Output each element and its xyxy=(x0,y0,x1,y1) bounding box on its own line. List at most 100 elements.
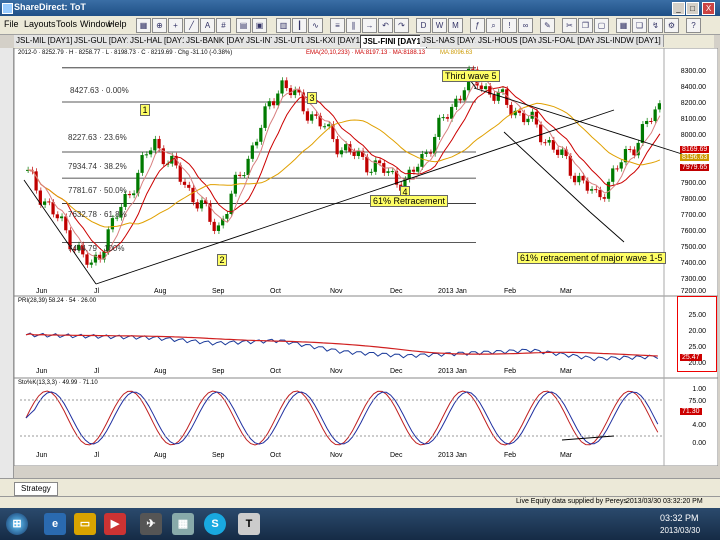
draw-line-icon[interactable]: ╱ xyxy=(184,18,199,33)
copy-icon[interactable]: ❐ xyxy=(578,18,593,33)
app-icon-2[interactable]: ▦ xyxy=(172,513,194,535)
candle-icon[interactable]: ┃ xyxy=(292,18,307,33)
menu-tools[interactable]: Tools xyxy=(56,19,77,29)
save-icon[interactable]: ▣ xyxy=(252,18,267,33)
tab-jsl-mil[interactable]: JSL-MIL [DAY1] xyxy=(14,35,76,47)
x-tick: Jl xyxy=(94,452,100,459)
candle-body xyxy=(352,151,356,156)
menu-file[interactable]: File xyxy=(4,19,19,29)
candle-body xyxy=(267,101,271,107)
x-tick: Oct xyxy=(270,452,281,459)
stoch-panel-frame xyxy=(14,377,718,466)
candle-body xyxy=(59,216,64,219)
bar-chart-icon[interactable]: ▥ xyxy=(276,18,291,33)
candle-body xyxy=(225,213,229,219)
x-tick: Nov xyxy=(330,368,343,375)
paste-icon[interactable]: ▢ xyxy=(594,18,609,33)
help-icon[interactable]: ? xyxy=(686,18,701,33)
alert-icon[interactable]: ! xyxy=(502,18,517,33)
x-tick: Nov xyxy=(330,288,343,295)
candle-body xyxy=(522,112,526,123)
folder-icon[interactable]: ▭ xyxy=(74,513,96,535)
stoch-tick: 4.00 xyxy=(692,422,706,429)
x-tick: Oct xyxy=(270,288,281,295)
x-tick: Mar xyxy=(560,368,573,375)
candle-body xyxy=(628,149,632,151)
x-tick: 2013 Jan xyxy=(438,368,467,375)
maximize-button[interactable]: □ xyxy=(686,2,699,15)
cascade-icon[interactable]: ❏ xyxy=(632,18,647,33)
month-icon[interactable]: M xyxy=(448,18,463,33)
indicator-icon[interactable]: ƒ xyxy=(470,18,485,33)
candle-body xyxy=(305,111,310,121)
tab-jsl-indw[interactable]: JSL-INDW [DAY1] xyxy=(594,35,664,47)
x-tick: Sep xyxy=(212,368,225,375)
crosshair-icon[interactable]: + xyxy=(168,18,183,33)
arrow-icon[interactable]: → xyxy=(362,18,377,33)
grid-icon[interactable]: # xyxy=(216,18,231,33)
candle-body xyxy=(424,152,428,154)
x-tick: Dec xyxy=(390,452,403,459)
candle-body xyxy=(390,171,394,173)
chart-header-ema: EMA(20,10,233) · MA:8197.13 · MA:8188.13 xyxy=(306,50,426,56)
price-tick: 8400.00 xyxy=(680,84,706,91)
pin-icon[interactable]: ↯ xyxy=(648,18,663,33)
left-side-panel[interactable] xyxy=(0,48,14,488)
period-icon[interactable]: D xyxy=(416,18,431,33)
tab-jsl-hal[interactable]: JSL-HAL [DAY1] xyxy=(128,35,192,47)
candle-body xyxy=(556,149,560,155)
tile-icon[interactable]: ▦ xyxy=(616,18,631,33)
redo-icon[interactable]: ↷ xyxy=(394,18,409,33)
price-tick: 7200.00 xyxy=(680,288,706,295)
undo-icon[interactable]: ↶ xyxy=(378,18,393,33)
media-icon[interactable]: ▶ xyxy=(104,513,126,535)
week-icon[interactable]: W xyxy=(432,18,447,33)
candle-body xyxy=(645,120,649,125)
candle-body xyxy=(492,94,496,101)
print-icon[interactable]: ▤ xyxy=(236,18,251,33)
candle-body xyxy=(500,89,505,92)
candle-body xyxy=(598,189,602,198)
channel-icon[interactable]: ∥ xyxy=(346,18,361,33)
tab-jsl-kxi[interactable]: JSL-KXI [DAY1] xyxy=(304,35,366,47)
price-tick: 7700.00 xyxy=(680,212,706,219)
candle-body xyxy=(127,193,131,196)
candle-body xyxy=(314,114,318,116)
strategy-tab[interactable]: Strategy xyxy=(14,482,58,496)
candle-body xyxy=(657,103,661,110)
candle-body xyxy=(216,225,221,231)
sharedirect-taskbar-icon[interactable]: T xyxy=(238,513,260,535)
minimize-button[interactable]: _ xyxy=(672,2,685,15)
menu-help[interactable]: Help xyxy=(108,19,127,29)
candle-body xyxy=(653,109,657,122)
chart-icon[interactable]: ▦ xyxy=(136,18,151,33)
zoom-icon[interactable]: ⊕ xyxy=(152,18,167,33)
start-button-icon[interactable]: ⊞ xyxy=(6,513,28,535)
candle-body xyxy=(339,150,343,155)
link-icon[interactable]: ∞ xyxy=(518,18,533,33)
scan-icon[interactable]: ⌕ xyxy=(486,18,501,33)
candle-body xyxy=(437,117,441,137)
scissors-icon[interactable]: ✂ xyxy=(562,18,577,33)
skype-icon[interactable]: S xyxy=(204,513,226,535)
candle-body xyxy=(284,80,288,89)
menu-layouts[interactable]: Layouts xyxy=(24,19,56,29)
settings-icon[interactable]: ⚙ xyxy=(664,18,679,33)
tab-jsl-fini[interactable]: JSL-FINI [DAY1] xyxy=(360,35,427,49)
text-icon[interactable]: A xyxy=(200,18,215,33)
candle-body xyxy=(42,201,47,205)
candle-body xyxy=(246,158,250,176)
candle-body xyxy=(85,254,89,265)
line-chart-icon[interactable]: ∿ xyxy=(308,18,323,33)
candle-body xyxy=(365,156,369,173)
x-tick: Aug xyxy=(154,452,167,459)
ie-icon[interactable]: e xyxy=(44,513,66,535)
chart-area[interactable]: 2012-0 · 8252.79 · H · 8258.77 · L · 819… xyxy=(14,48,718,466)
chart-header-ma: MA:8096.63 xyxy=(440,50,473,56)
close-button[interactable]: X xyxy=(702,2,715,15)
stoch-badge: 71.30 xyxy=(680,408,702,415)
tab-jsl-gul[interactable]: JSL-GUL [DAY1] xyxy=(72,35,137,47)
tool-icon[interactable]: ✎ xyxy=(540,18,555,33)
app-icon-1[interactable]: ✈ xyxy=(140,513,162,535)
fib-icon[interactable]: ≡ xyxy=(330,18,345,33)
